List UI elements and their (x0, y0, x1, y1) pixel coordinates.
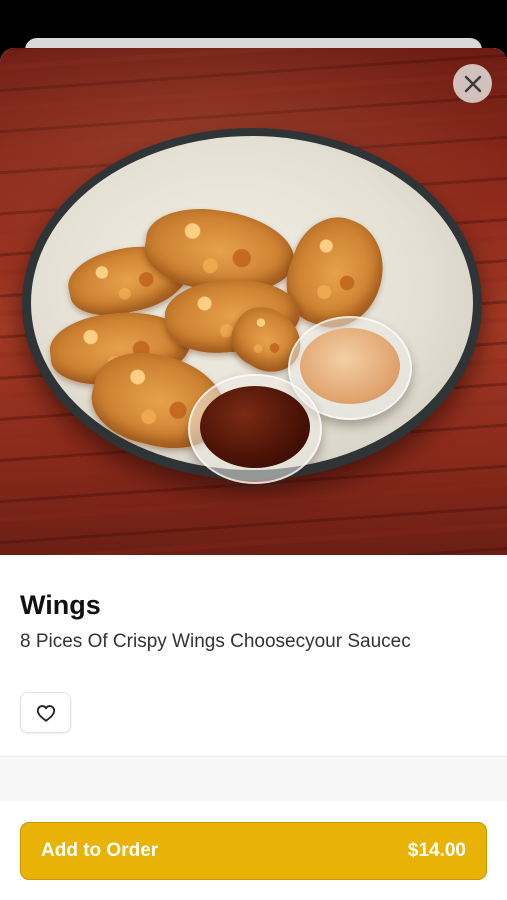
item-details: Wings 8 Pices Of Crispy Wings Choosecyou… (0, 589, 507, 733)
order-price: $14.00 (407, 840, 466, 861)
heart-outline-icon (36, 704, 55, 722)
item-photo (0, 48, 507, 555)
section-divider (0, 756, 507, 801)
add-to-order-button[interactable]: Add to Order $14.00 (20, 822, 487, 880)
item-description: 8 Pices Of Crispy Wings Choosecyour Sauc… (20, 631, 411, 652)
add-to-order-label: Add to Order (41, 840, 159, 861)
item-detail-sheet: Wings 8 Pices Of Crispy Wings Choosecyou… (0, 48, 507, 900)
close-button[interactable] (453, 64, 492, 103)
close-icon (464, 75, 481, 92)
sauce-cup-bbq (188, 374, 322, 484)
favorite-button[interactable] (20, 692, 71, 733)
item-title: Wings (20, 590, 101, 620)
